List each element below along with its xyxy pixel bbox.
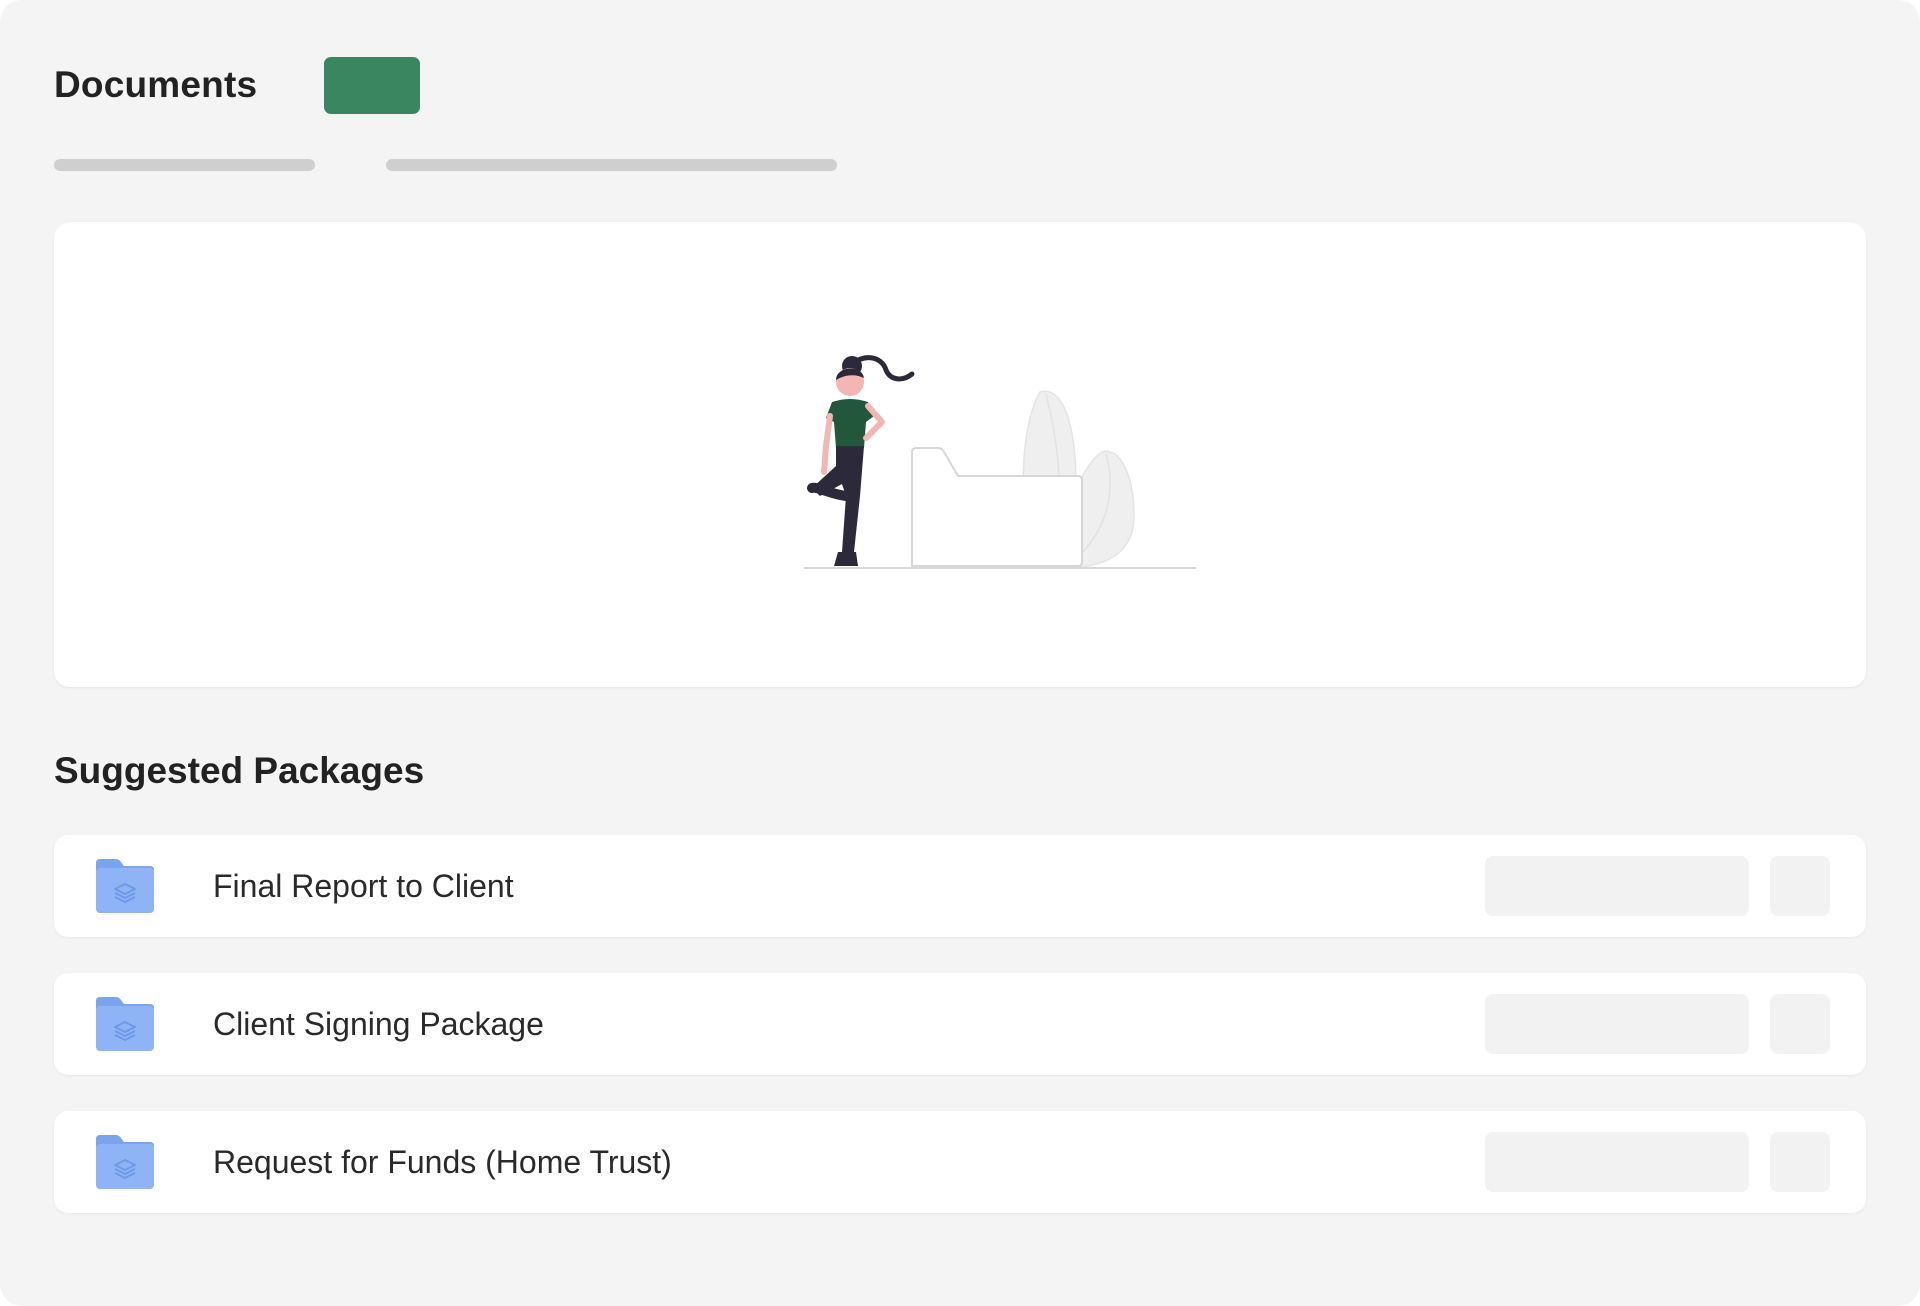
documents-panel: Documents Suggested Packages Final Repor… (0, 0, 1920, 1306)
folder-stack-icon (96, 997, 154, 1051)
package-name: Client Signing Package (213, 1006, 544, 1042)
package-menu-button[interactable] (1770, 1132, 1830, 1192)
page-title: Documents (54, 64, 258, 105)
package-menu-button[interactable] (1770, 856, 1830, 916)
person-leaning-on-folder-illustration (804, 355, 1196, 569)
package-menu-button[interactable] (1770, 994, 1830, 1054)
folder-stack-icon (96, 1135, 154, 1189)
package-action-button[interactable] (1485, 994, 1749, 1054)
package-action-button[interactable] (1485, 856, 1749, 916)
header: Documents (54, 56, 257, 114)
tab-placeholder-2[interactable] (386, 159, 837, 171)
package-row[interactable]: Request for Funds (Home Trust) (54, 1111, 1866, 1213)
package-action-button[interactable] (1485, 1132, 1749, 1192)
package-name: Request for Funds (Home Trust) (213, 1144, 672, 1180)
section-title-suggested-packages: Suggested Packages (54, 750, 425, 791)
package-row[interactable]: Client Signing Package (54, 973, 1866, 1075)
package-name: Final Report to Client (213, 868, 514, 904)
folder-stack-icon (96, 859, 154, 913)
tab-placeholder-1[interactable] (54, 159, 315, 171)
package-row[interactable]: Final Report to Client (54, 835, 1866, 937)
empty-state-card (54, 222, 1866, 687)
primary-action-button[interactable] (324, 57, 420, 114)
